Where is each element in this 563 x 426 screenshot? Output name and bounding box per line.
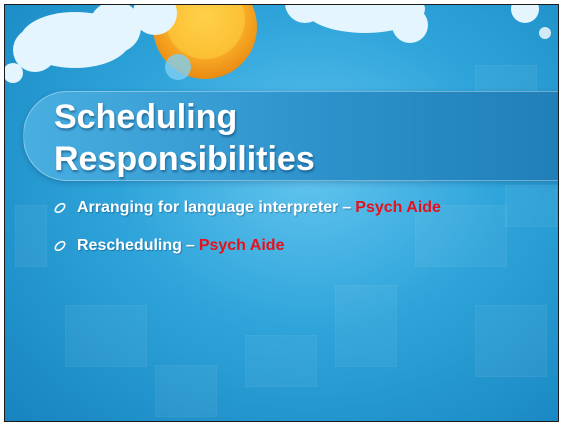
cloud-left-icon bbox=[5, 5, 177, 83]
slide-title: Scheduling Responsibilities bbox=[54, 96, 315, 180]
bullet-item: Arranging for language interpreter – Psy… bbox=[53, 195, 441, 221]
bullet-list: Arranging for language interpreter – Psy… bbox=[53, 195, 441, 271]
bullet-item: Rescheduling – Psych Aide bbox=[53, 233, 441, 259]
hollow-oval-bullet-icon bbox=[54, 202, 66, 214]
cloud-right-icon bbox=[285, 5, 539, 43]
title-line-2: Responsibilities bbox=[54, 140, 315, 178]
bullet-text: Rescheduling bbox=[77, 237, 182, 254]
slide: Scheduling Responsibilities Arranging fo… bbox=[4, 4, 559, 422]
bullet-separator: – bbox=[185, 237, 195, 254]
bullet-role: Psych Aide bbox=[198, 237, 285, 254]
bullet-separator: – bbox=[342, 199, 352, 216]
bullet-text: Arranging for language interpreter bbox=[77, 199, 339, 216]
bubble-icon bbox=[539, 27, 551, 39]
bubble-icon bbox=[165, 54, 191, 80]
hollow-oval-bullet-icon bbox=[54, 240, 66, 252]
bullet-role: Psych Aide bbox=[355, 199, 441, 216]
title-line-1: Scheduling bbox=[54, 98, 238, 136]
